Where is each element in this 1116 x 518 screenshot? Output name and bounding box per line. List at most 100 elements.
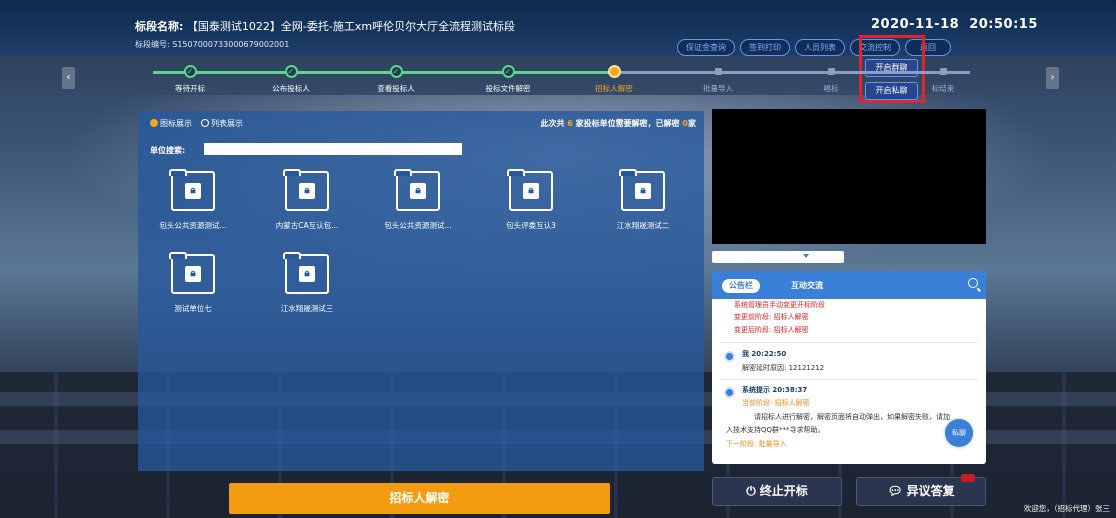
step-publish-bidders: ✓ 公布投标人 [246, 65, 336, 94]
section-code: 标段编号: S1507000733000679002001 [135, 39, 289, 50]
lock-icon: 🔒︎ [185, 183, 201, 199]
divider [720, 379, 978, 380]
summary-total: 6 [567, 119, 573, 128]
personnel-list-button[interactable]: 人员列表 [795, 39, 845, 56]
summary-text: 此次共 [540, 119, 565, 128]
tab-notice-board[interactable]: 公告栏 [722, 279, 760, 293]
locked-folder-icon: 🔒︎ [394, 169, 440, 211]
message-sender: 系统提示 20:38:37 [742, 386, 808, 394]
scroll-left-arrow[interactable]: ‹ [62, 67, 75, 89]
list-view-label: 列表展示 [211, 119, 243, 128]
view-toggle: 图标展示 列表展示 [150, 118, 243, 129]
bidder-panel: 图标展示 列表展示 此次共 6 家投标单位需要解密，已解密 0家 单位搜索: 🔒… [138, 111, 704, 471]
stop-opening-button[interactable]: ⏻ 终止开标 [712, 477, 842, 506]
current-datetime: 2020-11-18 20:50:15 [871, 17, 1038, 32]
bidder-folder[interactable]: 🔒︎ 内蒙古CA互认包... [252, 169, 362, 231]
chevron-down-icon [803, 254, 809, 258]
step-label: 公布投标人 [272, 84, 310, 93]
bidder-folder[interactable]: 🔒︎ 江水翔晟测试三 [252, 252, 362, 314]
welcome-text: 欢迎您，（招标代理）张三 [1023, 504, 1110, 513]
bidder-folder[interactable]: 🔒︎ 测试单位七 [138, 252, 248, 314]
bidder-folder[interactable]: 🔒︎ 包头公共资源测试... [138, 169, 248, 231]
search-icon[interactable] [968, 278, 978, 288]
tenderer-decrypt-button[interactable]: 招标人解密 [229, 483, 610, 514]
list-view-option[interactable]: 列表展示 [201, 118, 243, 129]
section-name-label: 标段名称: [135, 20, 184, 33]
chat-bubble-icon: 💬︎ [887, 484, 903, 498]
avatar-icon [724, 351, 735, 362]
bidder-name: 测试单位七 [174, 304, 212, 313]
check-icon: ✓ [284, 65, 298, 78]
step-label: 投标文件解密 [485, 84, 531, 93]
locked-folder-icon: 🔒︎ [169, 252, 215, 294]
step-finish: 标结束 [898, 65, 988, 94]
notice-line: 系统管理员手动变更开标阶段 [734, 301, 825, 309]
power-icon: ⏻ [746, 484, 756, 498]
check-icon: ✓ [501, 65, 515, 78]
icon-view-option[interactable]: 图标展示 [150, 118, 192, 129]
bidder-name: 内蒙古CA互认包... [275, 221, 339, 230]
message-sender: 我 20:22:50 [742, 350, 787, 358]
step-tenderer-decrypt: 招标人解密 [569, 65, 659, 94]
radio-checked-icon [150, 119, 158, 127]
pending-step-icon [714, 68, 722, 75]
step-label: 唱标 [823, 84, 839, 93]
pending-step-icon [827, 68, 835, 75]
message-text: 入技术支持QQ群***寻求帮助。 [726, 426, 825, 434]
video-player[interactable] [712, 109, 986, 244]
section-name: 标段名称: 【国泰测试1022】全网-委托-施工xm呼伦贝尔大厅全流程测试标段 [135, 18, 515, 34]
notification-badge [961, 474, 975, 482]
step-label: 标结束 [931, 84, 955, 93]
bidder-folder[interactable]: 🔒︎ 包头公共资源测试... [363, 169, 473, 231]
section-name-value: 【国泰测试1022】全网-委托-施工xm呼伦贝尔大厅全流程测试标段 [186, 20, 516, 33]
current-time: 20:50:15 [969, 17, 1038, 32]
locked-folder-icon: 🔒︎ [169, 169, 215, 211]
message-next-stage: 下一阶段: 批量导入 [726, 440, 787, 448]
bidder-folder[interactable]: 🔒︎ 江水翔晟测试二 [588, 169, 698, 231]
step-bid-decrypt: ✓ 投标文件解密 [463, 65, 553, 94]
tab-interactive-chat[interactable]: 互动交流 [784, 279, 830, 293]
divider [720, 342, 978, 343]
section-code-value: S1507000733000679002001 [172, 40, 290, 49]
unit-search-input[interactable] [204, 143, 462, 155]
bidder-name: 江水翔晟测试二 [616, 221, 670, 230]
decrypt-summary: 此次共 6 家投标单位需要解密，已解密 0家 [540, 118, 696, 129]
locked-folder-icon: 🔒︎ [283, 169, 329, 211]
unit-search-label: 单位搜索: [150, 146, 186, 155]
lock-icon: 🔒︎ [185, 266, 201, 282]
scroll-right-arrow[interactable]: › [1046, 67, 1059, 89]
header: 标段名称: 【国泰测试1022】全网-委托-施工xm呼伦贝尔大厅全流程测试标段 … [0, 0, 1116, 56]
current-date: 2020-11-18 [871, 17, 960, 32]
bidder-name: 包头公共资源测试... [384, 221, 452, 230]
step-label: 招标人解密 [595, 84, 633, 93]
step-batch-import: 批量导入 [673, 65, 763, 94]
section-code-label: 标段编号: [135, 40, 170, 49]
bidder-name: 江水翔晟测试三 [280, 304, 334, 313]
locked-folder-icon: 🔒︎ [283, 252, 329, 294]
objection-reply-label: 异议答复 [906, 484, 955, 498]
video-source-select[interactable] [712, 251, 844, 263]
step-bid-reading: 唱标 [786, 65, 876, 94]
lock-icon: 🔒︎ [635, 183, 651, 199]
deposit-query-button[interactable]: 保证金查询 [677, 39, 735, 56]
current-step-icon [607, 65, 621, 78]
bidder-folder[interactable]: 🔒︎ 包头评委互认3 [476, 169, 586, 231]
notice-line: 变更后阶段: 招标人解密 [734, 326, 809, 334]
message-text: 请招标人进行解密，解密页面将自动弹出，如果解密失败，请加 [754, 413, 950, 421]
step-label: 批量导入 [703, 84, 733, 93]
notice-header: 公告栏 互动交流 [712, 271, 986, 299]
radio-unchecked-icon [201, 119, 209, 127]
sign-in-print-button[interactable]: 签到打印 [740, 39, 790, 56]
step-label: 等待开标 [175, 84, 205, 93]
lock-icon: 🔒︎ [299, 183, 315, 199]
step-label: 查看投标人 [377, 84, 415, 93]
summary-text: 家投标单位需要解密，已解密 [575, 119, 680, 128]
locked-folder-icon: 🔒︎ [619, 169, 665, 211]
lock-icon: 🔒︎ [523, 183, 539, 199]
lock-icon: 🔒︎ [299, 266, 315, 282]
step-view-bidders: ✓ 查看投标人 [351, 65, 441, 94]
avatar-icon [724, 387, 735, 398]
private-chat-button[interactable]: 私聊 [945, 419, 973, 447]
bidder-name: 包头公共资源测试... [159, 221, 227, 230]
pending-step-icon [939, 68, 947, 75]
